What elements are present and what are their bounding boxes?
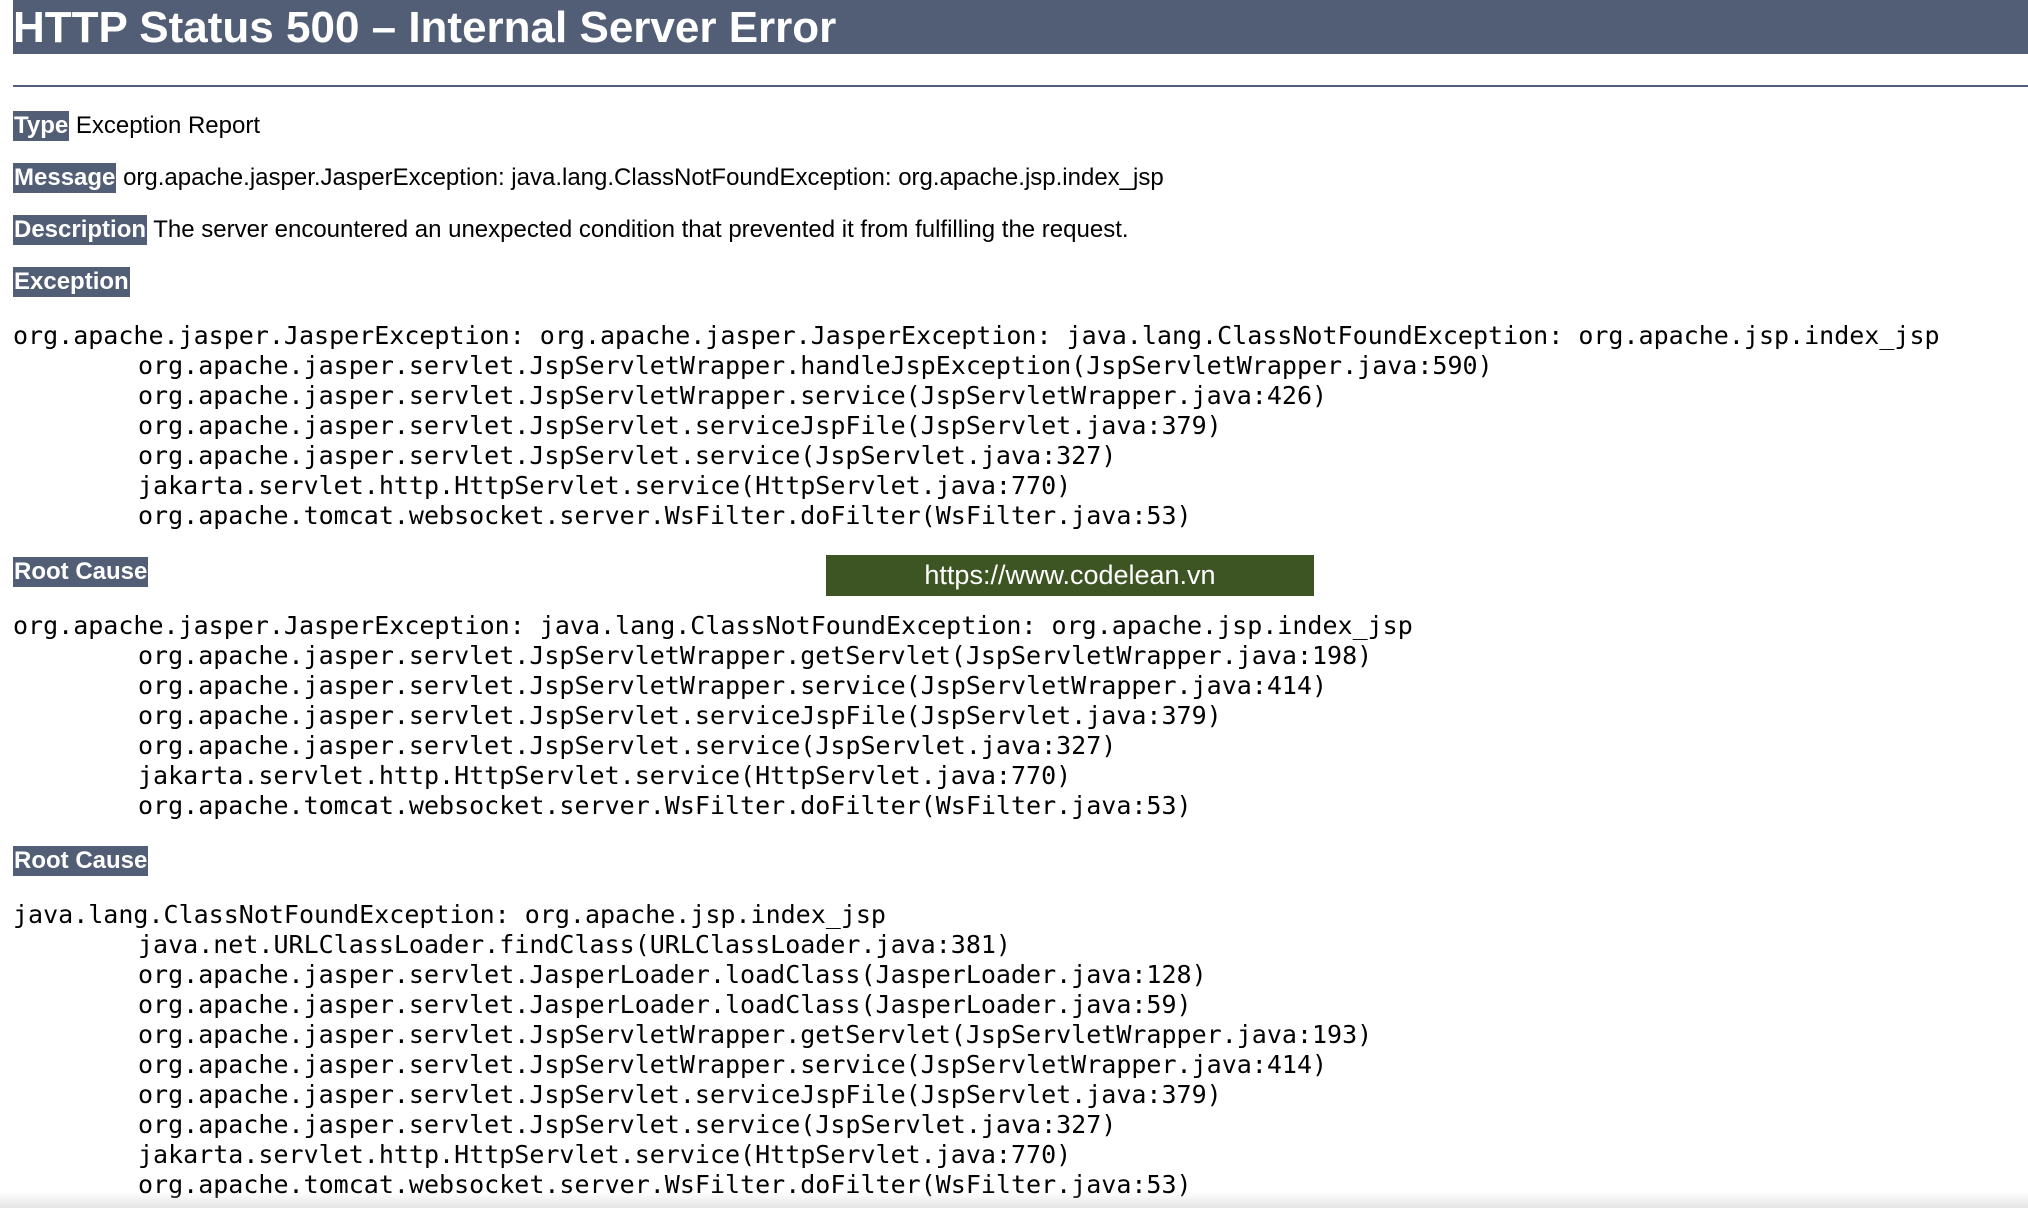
error-page: HTTP Status 500 – Internal Server Error …	[0, 0, 2028, 1208]
description-line: Description The server encountered an un…	[13, 215, 1129, 245]
stack-frame: org.apache.tomcat.websocket.server.WsFil…	[138, 791, 1192, 820]
stack-frame: org.apache.tomcat.websocket.server.WsFil…	[138, 501, 1192, 530]
message-value: org.apache.jasper.JasperException: java.…	[123, 164, 1164, 191]
header-divider	[13, 85, 2028, 87]
root-cause-2-stack-trace: java.lang.ClassNotFoundException: org.ap…	[13, 900, 1372, 1200]
root-cause-2-head: java.lang.ClassNotFoundException: org.ap…	[13, 900, 886, 929]
stack-frame: org.apache.jasper.servlet.JasperLoader.l…	[138, 960, 1207, 989]
stack-frame: org.apache.jasper.servlet.JspServlet.ser…	[138, 441, 1117, 470]
stack-frame: org.apache.jasper.servlet.JspServletWrap…	[138, 1020, 1373, 1049]
stack-frame: org.apache.jasper.servlet.JspServlet.ser…	[138, 701, 1222, 730]
stack-frame: org.apache.jasper.servlet.JspServletWrap…	[138, 351, 1493, 380]
stack-frame: org.apache.tomcat.websocket.server.WsFil…	[138, 1170, 1192, 1199]
root-cause-1-stack-trace: org.apache.jasper.JasperException: java.…	[13, 611, 1413, 821]
root-cause-label-1: Root Cause	[13, 557, 149, 587]
exception-head: org.apache.jasper.JasperException: org.a…	[13, 321, 1940, 350]
root-cause-1-head: org.apache.jasper.JasperException: java.…	[13, 611, 1413, 640]
stack-frame: jakarta.servlet.http.HttpServlet.service…	[138, 761, 1072, 790]
page-title: HTTP Status 500 – Internal Server Error	[13, 3, 837, 52]
stack-frame: org.apache.jasper.servlet.JspServlet.ser…	[138, 731, 1117, 760]
watermark-banner: https://www.codelean.vn	[826, 555, 1314, 596]
stack-frame: org.apache.jasper.servlet.JspServlet.ser…	[138, 411, 1222, 440]
description-label: Description	[13, 215, 148, 245]
stack-frame: java.net.URLClassLoader.findClass(URLCla…	[138, 930, 1011, 959]
stack-frame: org.apache.jasper.servlet.JspServletWrap…	[138, 381, 1328, 410]
title-bar: HTTP Status 500 – Internal Server Error	[13, 0, 2028, 54]
stack-frame: org.apache.jasper.servlet.JspServletWrap…	[138, 671, 1328, 700]
type-value: Exception Report	[75, 112, 261, 139]
type-line: Type Exception Report	[13, 111, 260, 141]
stack-frame: org.apache.jasper.servlet.JspServletWrap…	[138, 641, 1373, 670]
message-label: Message	[13, 163, 117, 193]
stack-frame: jakarta.servlet.http.HttpServlet.service…	[138, 471, 1072, 500]
exception-stack-trace: org.apache.jasper.JasperException: org.a…	[13, 321, 1940, 531]
stack-frame: jakarta.servlet.http.HttpServlet.service…	[138, 1140, 1072, 1169]
stack-frame: org.apache.jasper.servlet.JspServletWrap…	[138, 1050, 1328, 1079]
description-value: The server encountered an unexpected con…	[153, 216, 1129, 243]
stack-frame: org.apache.jasper.servlet.JspServlet.ser…	[138, 1080, 1222, 1109]
exception-label: Exception	[13, 267, 130, 297]
stack-frame: org.apache.jasper.servlet.JasperLoader.l…	[138, 990, 1192, 1019]
root-cause-label-2: Root Cause	[13, 846, 149, 876]
message-line: Message org.apache.jasper.JasperExceptio…	[13, 163, 1164, 193]
type-label: Type	[13, 111, 70, 141]
stack-frame: org.apache.jasper.servlet.JspServlet.ser…	[138, 1110, 1117, 1139]
